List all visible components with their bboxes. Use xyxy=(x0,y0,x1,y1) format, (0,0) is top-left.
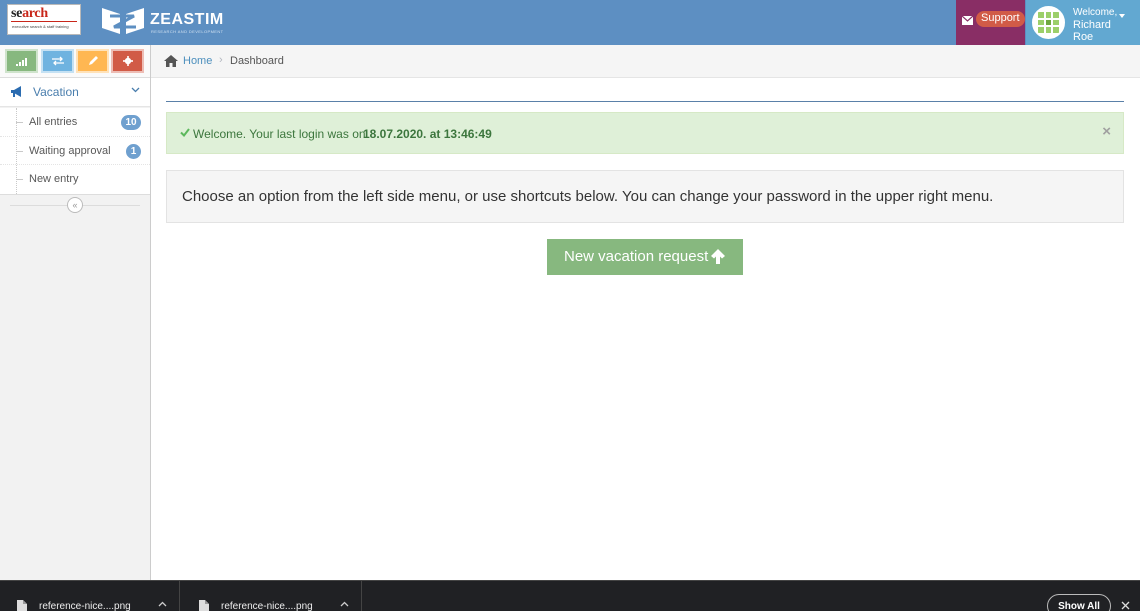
download-item[interactable]: reference-nice....png xyxy=(182,581,362,611)
home-icon xyxy=(164,55,178,67)
caret-down-icon xyxy=(1119,14,1125,18)
breadcrumb-current: Dashboard xyxy=(230,55,284,67)
shortcut-signal-button[interactable] xyxy=(5,49,38,73)
sidebar-item-waiting-approval[interactable]: Waiting approval 1 xyxy=(0,136,150,165)
count-badge: 10 xyxy=(121,115,141,130)
download-item[interactable]: reference-nice....png xyxy=(0,581,180,611)
brand-subtitle: RESEARCH AND DEVELOPMENT xyxy=(151,29,224,34)
shortcut-settings-button[interactable] xyxy=(111,49,144,73)
chevron-down-icon xyxy=(131,87,140,93)
close-icon[interactable]: × xyxy=(1102,123,1111,140)
envelope-icon xyxy=(962,16,973,25)
vacation-submenu: All entries 10 Waiting approval 1 New en… xyxy=(0,108,150,195)
download-filename: reference-nice....png xyxy=(221,601,313,611)
new-vacation-request-button[interactable]: New vacation request xyxy=(547,239,743,275)
pencil-icon xyxy=(89,56,98,65)
button-label: New vacation request xyxy=(564,248,709,265)
breadcrumb-home-link[interactable]: Home xyxy=(183,55,212,67)
sidebar-item-vacation[interactable]: Vacation xyxy=(0,78,150,107)
collapse-sidebar-button[interactable]: « xyxy=(67,197,83,213)
sidebar-shortcuts xyxy=(0,45,150,78)
tree-dash xyxy=(16,179,23,180)
instruction-text: Choose an option from the left side menu… xyxy=(182,188,994,205)
top-navbar: search executive search & staff training… xyxy=(0,0,1140,45)
instruction-panel: Choose an option from the left side menu… xyxy=(166,170,1124,223)
user-name: Richard Roe xyxy=(1073,19,1111,43)
shortcut-exchange-button[interactable] xyxy=(41,49,74,73)
search-logo-rule xyxy=(11,21,77,22)
brand-name: ZEASTIM xyxy=(150,11,224,28)
shortcut-pencil-button[interactable] xyxy=(76,49,109,73)
tree-dash xyxy=(16,150,23,152)
zeastim-logo-icon[interactable] xyxy=(100,5,146,37)
page-header-divider xyxy=(166,101,1124,102)
download-bar: reference-nice....png reference-nice....… xyxy=(0,580,1140,611)
alert-message: Welcome. Your last login was on xyxy=(193,127,366,141)
avatar xyxy=(1032,6,1065,39)
sidebar-item-label: Waiting approval xyxy=(29,144,111,157)
search-logo-wordmark: search xyxy=(11,6,48,21)
exchange-icon xyxy=(52,56,64,66)
welcome-label: Welcome, xyxy=(1073,7,1118,18)
sidebar-item-label: New entry xyxy=(29,173,79,185)
check-icon xyxy=(180,128,190,137)
breadcrumb-separator: › xyxy=(219,54,223,66)
megaphone-icon xyxy=(11,86,21,97)
login-alert: Welcome. Your last login was on 18.07.20… xyxy=(166,112,1124,154)
support-button[interactable]: Support xyxy=(956,0,1025,45)
show-all-downloads-button[interactable]: Show All xyxy=(1047,594,1111,611)
chevron-up-icon[interactable] xyxy=(158,601,167,607)
close-icon[interactable] xyxy=(1121,601,1130,610)
sidebar-item-label: All entries xyxy=(29,116,78,128)
cog-icon xyxy=(123,56,133,66)
avatar-pattern-icon xyxy=(1034,8,1063,37)
file-icon xyxy=(17,600,27,611)
sidebar-item-all-entries[interactable]: All entries 10 xyxy=(0,108,150,137)
breadcrumb: Home › Dashboard xyxy=(151,45,1140,78)
user-menu[interactable]: Welcome, Richard Roe xyxy=(1026,0,1140,45)
last-login-timestamp: 18.07.2020. at 13:46:49 xyxy=(363,127,492,141)
support-badge: Support xyxy=(976,11,1025,27)
search-logo[interactable]: search executive search & staff training xyxy=(7,4,81,35)
tree-dash xyxy=(16,122,23,123)
chevron-up-icon[interactable] xyxy=(340,601,349,607)
count-badge: 1 xyxy=(126,143,141,159)
signal-icon xyxy=(16,58,27,66)
sidebar-collapse: « xyxy=(0,194,150,216)
file-icon xyxy=(199,600,209,611)
arrow-up-icon xyxy=(711,249,725,264)
search-logo-tagline: executive search & staff training xyxy=(12,24,69,29)
sidebar: Vacation All entries 10 Waiting approval… xyxy=(0,45,151,581)
sidebar-item-new-entry[interactable]: New entry xyxy=(0,165,150,194)
sidebar-item-label: Vacation xyxy=(33,85,79,99)
download-filename: reference-nice....png xyxy=(39,601,131,611)
